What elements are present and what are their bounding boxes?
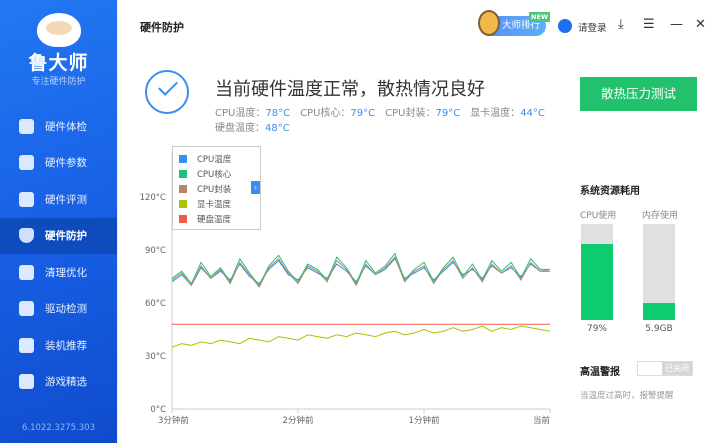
alarm-toggle[interactable]: 已关闭	[637, 361, 693, 376]
cpu-usage-value: 79%	[586, 324, 607, 334]
legend-item[interactable]: CPU温度	[173, 151, 260, 166]
sidebar-item-4[interactable]: 清理优化	[0, 254, 117, 291]
sidebar-item-5[interactable]: 驱动检测	[0, 291, 117, 328]
new-badge: NEW	[529, 12, 551, 22]
mem-usage-value: 5.9GB	[645, 324, 673, 334]
legend-item[interactable]: 显卡温度	[173, 196, 260, 211]
sidebar-item-label: 装机推荐	[45, 339, 87, 352]
sidebar-item-7[interactable]: 游戏精选	[0, 364, 117, 401]
temp-label: 显卡温度：	[470, 108, 521, 119]
temp-label: CPU温度：	[215, 108, 266, 119]
legend-swatch	[179, 169, 187, 178]
sidebar-item-label: 硬件体检	[45, 120, 87, 133]
monitor-icon	[19, 118, 34, 134]
resources-title: 系统资源耗用	[580, 186, 640, 197]
legend-label: 硬盘温度	[197, 214, 232, 225]
sliders-icon	[19, 155, 34, 171]
sidebar-item-3[interactable]: 硬件防护	[0, 217, 117, 254]
alarm-title: 高温警报	[580, 367, 620, 378]
divider	[117, 0, 118, 443]
legend-item[interactable]: CPU封装	[173, 181, 260, 196]
check-circle-icon	[145, 70, 189, 114]
sidebar-item-label: 驱动检测	[45, 303, 87, 316]
y-tick-label: 0°C	[150, 405, 166, 415]
legend-swatch	[179, 154, 187, 163]
legend-item[interactable]: 硬盘温度	[173, 211, 260, 226]
x-tick-label: 1分钟前	[409, 415, 440, 426]
legend-item[interactable]: CPU核心	[173, 166, 260, 181]
y-tick-label: 120°C	[140, 193, 166, 203]
shield-icon	[19, 228, 34, 244]
user-icon[interactable]	[558, 19, 572, 33]
legend-label: CPU核心	[197, 169, 232, 180]
temp-value: 48°C	[265, 123, 290, 134]
y-tick-label: 60°C	[145, 299, 166, 309]
close-icon[interactable]: ✕	[695, 17, 706, 33]
alarm-toggle-state: 已关闭	[662, 362, 692, 375]
temperature-readouts: CPU温度：78°C CPU核心：79°C CPU封装：79°C 显卡温度：44°C 硬…	[215, 106, 565, 136]
mem-usage-fill	[643, 302, 675, 320]
sidebar-item-label: 游戏精选	[45, 376, 87, 389]
sidebar-item-label: 硬件参数	[45, 157, 87, 170]
series-line-3	[171, 325, 551, 348]
app-slogan: 专注硬件防护	[31, 77, 86, 87]
trophy-avatar-icon	[478, 10, 500, 36]
y-tick-label: 30°C	[145, 352, 166, 362]
minimize-icon[interactable]: —	[670, 17, 683, 33]
sidebar-item-label: 硬件评测	[45, 193, 87, 206]
legend-collapse-chevron-icon[interactable]: ›	[251, 181, 260, 194]
legend-label: CPU温度	[197, 154, 232, 165]
download-icon[interactable]: ⤓	[618, 17, 624, 33]
temp-label: CPU封装：	[385, 108, 436, 119]
legend-swatch	[179, 199, 187, 208]
app-name: 鲁大师	[28, 52, 89, 74]
grid-icon	[19, 337, 34, 353]
temp-value: 79°C	[350, 108, 376, 119]
y-tick-label: 90°C	[145, 246, 166, 256]
temp-value: 44°C	[520, 108, 545, 119]
x-tick-label: 当前	[533, 415, 551, 426]
login-link[interactable]: 请登录	[578, 20, 607, 34]
sidebar: 鲁大师 专注硬件防护 硬件体检硬件参数硬件评测硬件防护清理优化驱动检测装机推荐游…	[0, 0, 117, 443]
temp-value: 79°C	[435, 108, 461, 119]
stress-test-button[interactable]: 散热压力测试	[580, 77, 697, 111]
temp-label: 硬盘温度：	[215, 123, 265, 134]
legend-swatch	[179, 214, 187, 223]
mem-usage-label: 内存使用	[642, 211, 679, 221]
alarm-note: 当温度过高时，报警提醒	[580, 391, 674, 401]
x-tick-label: 3分钟前	[158, 415, 189, 426]
legend-label: 显卡温度	[197, 199, 232, 210]
mem-usage-bar	[643, 224, 675, 320]
x-tick-label: 2分钟前	[283, 415, 314, 426]
chart-legend: CPU温度 CPU核心 CPU封装显卡温度硬盘温度	[172, 146, 261, 230]
temp-value: 78°C	[265, 108, 291, 119]
sidebar-item-0[interactable]: 硬件体检	[0, 108, 117, 145]
legend-label: CPU封装	[197, 184, 232, 195]
status-message: 当前硬件温度正常，散热情况良好	[215, 79, 485, 100]
broom-icon	[19, 264, 34, 280]
sidebar-item-6[interactable]: 装机推荐	[0, 327, 117, 364]
temp-label: CPU核心：	[300, 108, 351, 119]
sidebar-item-label: 清理优化	[45, 266, 87, 279]
logo-icon	[37, 13, 81, 47]
gauge-icon	[19, 191, 34, 207]
cpu-usage-bar	[581, 224, 613, 320]
menu-icon[interactable]: ☰	[643, 17, 655, 33]
page-title: 硬件防护	[140, 21, 184, 34]
version: 6.1022.3275.303	[21, 423, 95, 433]
legend-swatch	[179, 184, 187, 193]
sidebar-item-1[interactable]: 硬件参数	[0, 145, 117, 182]
sidebar-item-2[interactable]: 硬件评测	[0, 181, 117, 218]
cpu-usage-label: CPU使用	[580, 211, 617, 221]
gamepad-icon	[19, 374, 34, 390]
sidebar-item-label: 硬件防护	[45, 230, 87, 243]
gear-icon	[19, 301, 34, 317]
cpu-usage-fill	[581, 244, 613, 320]
